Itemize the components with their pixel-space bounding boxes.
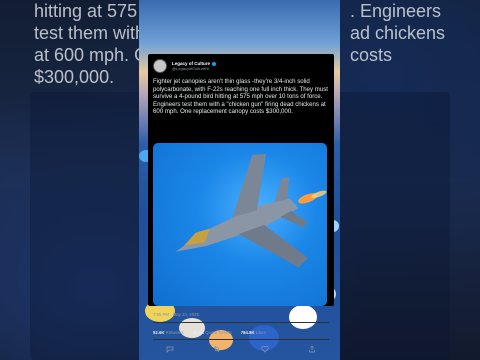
tweet-card[interactable]: Legacy of Culture @LegacyofCultureHi Fig… [148, 54, 334, 353]
retweets-value: 52.6K [153, 330, 165, 335]
pebble [289, 305, 317, 329]
tweet-text: Fighter jet canopies aren't thin glass -… [153, 78, 329, 116]
divider [153, 322, 329, 323]
bg-line-6: ad chickens [350, 23, 446, 43]
bg-line-4: $300,000. [34, 67, 115, 87]
tweet-header: Legacy of Culture @LegacyofCultureHi [153, 59, 217, 73]
quotes-stat[interactable]: 28.9K Quote Tweets [193, 330, 232, 335]
bg-line-2: test them with [34, 23, 146, 43]
likes-stat[interactable]: 784.8K Likes [241, 330, 266, 335]
bg-line-1: hitting at 575 [34, 1, 138, 21]
retweets-stat[interactable]: 52.6K Retweets [153, 330, 184, 335]
tweet-stats: 52.6K Retweets 28.9K Quote Tweets 784.8K… [153, 330, 266, 335]
likes-value: 784.8K [240, 330, 255, 335]
share-icon[interactable] [308, 345, 316, 355]
quotes-label: Quote Tweets [205, 330, 232, 335]
avatar[interactable] [153, 59, 167, 73]
divider [153, 339, 329, 340]
verified-badge-icon [212, 61, 217, 66]
fighter-jet-illustration [175, 153, 327, 268]
bg-line-5: . Engineers [350, 1, 442, 21]
tweet-action-bar [166, 345, 316, 355]
likes-label: Likes [255, 330, 266, 335]
retweets-label: Retweets [165, 330, 184, 335]
retweet-icon[interactable] [213, 345, 221, 355]
bg-line-7: costs [350, 45, 393, 65]
tweet-media-image[interactable] [153, 143, 327, 306]
quotes-value: 28.9K [192, 330, 205, 335]
tweet-timestamp[interactable]: 7:55 PM · May 24, 2025 [153, 312, 199, 317]
heart-icon[interactable] [261, 345, 269, 355]
bg-line-3: at 600 mph. O [34, 45, 149, 65]
reply-icon[interactable] [166, 345, 174, 355]
pebble [179, 318, 205, 338]
author-handle[interactable]: @LegacyofCultureHi [172, 66, 216, 71]
